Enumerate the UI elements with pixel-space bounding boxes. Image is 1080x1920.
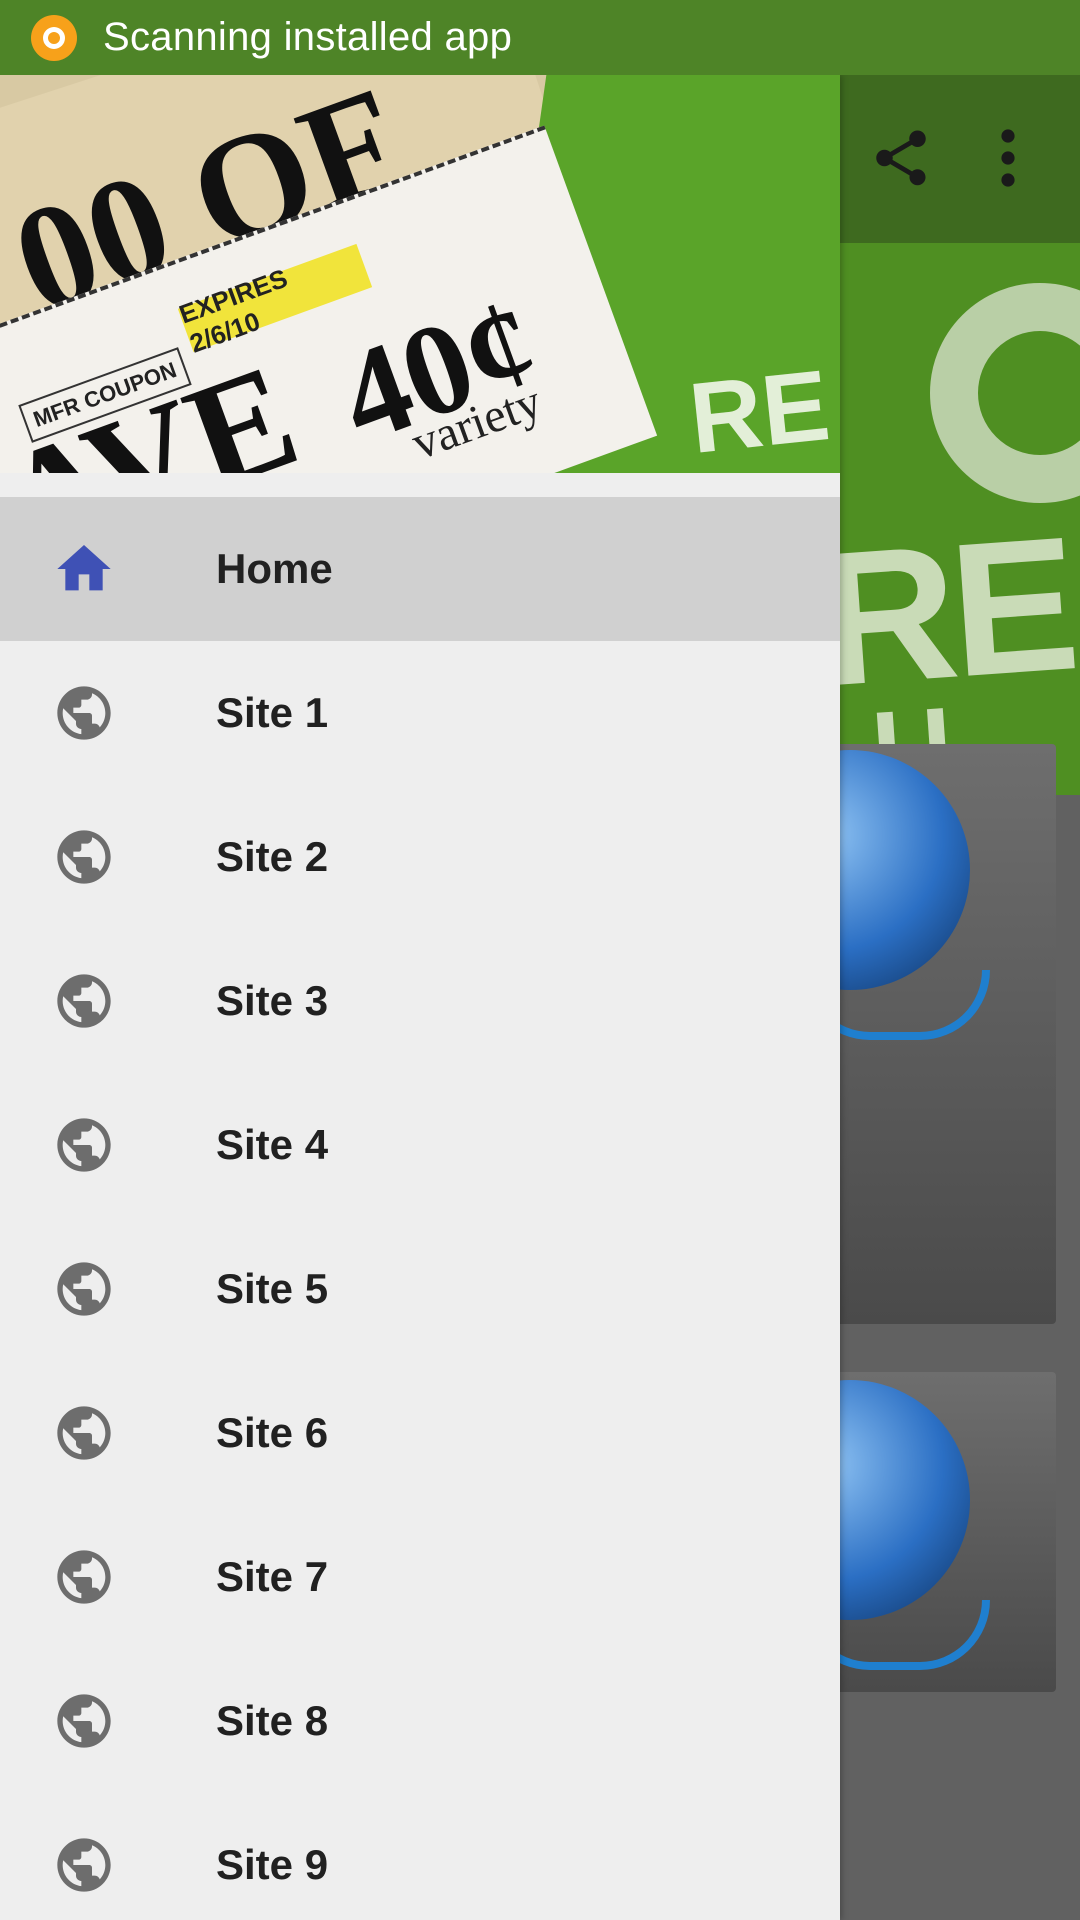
globe-icon xyxy=(57,1838,111,1892)
drawer-item-label: Site 3 xyxy=(216,977,329,1024)
globe-icon xyxy=(57,1406,111,1460)
banner-ring-shape xyxy=(930,283,1080,503)
more-vert-icon[interactable] xyxy=(990,125,1026,191)
drawer-item-site-6[interactable]: Site 6 xyxy=(0,1361,840,1505)
home-icon xyxy=(57,545,111,591)
drawer-item-site-3[interactable]: Site 3 xyxy=(0,929,840,1073)
share-icon[interactable] xyxy=(868,125,934,191)
drawer-item-label: Site 8 xyxy=(216,1697,329,1744)
drawer-item-site-2[interactable]: Site 2 xyxy=(0,785,840,929)
drawer-item-site-8[interactable]: Site 8 xyxy=(0,1649,840,1793)
scanner-app-icon xyxy=(31,14,77,61)
drawer-item-site-9[interactable]: Site 9 xyxy=(0,1793,840,1920)
drawer-item-label: Site 5 xyxy=(216,1265,329,1312)
drawer-item-label: Site 2 xyxy=(216,833,329,880)
globe-icon xyxy=(57,1262,111,1316)
globe-icon xyxy=(57,974,111,1028)
globe-icon xyxy=(57,1550,111,1604)
header-green-text: RE xyxy=(684,349,835,473)
drawer-item-label: Site 9 xyxy=(216,1841,329,1888)
drawer-menu: Home Site 1 Site 2 Site 3 Site 4 Site 5 … xyxy=(0,497,840,1920)
drawer-item-label: Site 6 xyxy=(216,1409,329,1456)
drawer-item-label: Site 7 xyxy=(216,1553,329,1600)
globe-icon xyxy=(57,686,111,740)
navigation-drawer: 00 OF RE EXPIRES 2/6/10 MFR COUPON AVE 4… xyxy=(0,75,840,1920)
drawer-item-site-7[interactable]: Site 7 xyxy=(0,1505,840,1649)
drawer-item-label: Site 1 xyxy=(216,689,329,736)
drawer-header-image: 00 OF RE EXPIRES 2/6/10 MFR COUPON AVE 4… xyxy=(0,75,840,473)
status-notification-text: Scanning installed app xyxy=(103,15,513,59)
drawer-item-home[interactable]: Home xyxy=(0,497,840,641)
globe-icon xyxy=(57,830,111,884)
drawer-item-site-4[interactable]: Site 4 xyxy=(0,1073,840,1217)
globe-icon xyxy=(57,1694,111,1748)
status-bar: Scanning installed app xyxy=(0,0,1080,75)
drawer-item-label: Home xyxy=(216,545,333,592)
globe-icon xyxy=(57,1118,111,1172)
drawer-item-site-1[interactable]: Site 1 xyxy=(0,641,840,785)
drawer-item-site-5[interactable]: Site 5 xyxy=(0,1217,840,1361)
drawer-item-label: Site 4 xyxy=(216,1121,329,1168)
